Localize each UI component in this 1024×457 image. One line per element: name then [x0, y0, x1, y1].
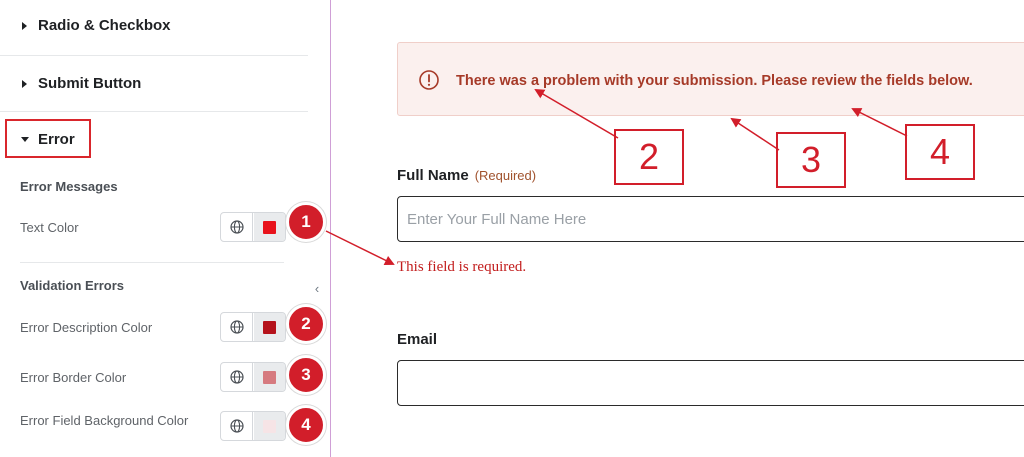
section-label: Submit Button: [38, 75, 142, 92]
email-input[interactable]: [397, 360, 1024, 406]
error-description-color-label: Error Description Color: [20, 320, 153, 335]
error-field-background-color-picker[interactable]: [220, 411, 286, 441]
divider: [20, 262, 284, 263]
annotation-badge-2: 2: [286, 304, 326, 344]
color-swatch: [263, 371, 276, 384]
field-error-message: This field is required.: [397, 259, 527, 275]
text-color-picker[interactable]: [220, 212, 286, 242]
section-label: Radio & Checkbox: [38, 17, 171, 34]
globe-icon: [230, 320, 244, 334]
caret-right-icon: [22, 80, 27, 88]
text-color-label: Text Color: [20, 220, 79, 235]
globe-button[interactable]: [221, 313, 253, 341]
globe-icon: [230, 419, 244, 433]
annotation-badge-4: 4: [286, 405, 326, 445]
globe-button[interactable]: [221, 412, 253, 440]
error-alert: There was a problem with your submission…: [397, 42, 1024, 116]
error-field-background-color-label: Error Field Background Color: [20, 413, 189, 428]
required-indicator: (Required): [474, 168, 537, 183]
section-submit-button[interactable]: Submit Button: [0, 56, 308, 112]
color-swatch-button[interactable]: [254, 213, 285, 241]
full-name-label: Full Name (Required): [397, 167, 536, 184]
globe-button[interactable]: [221, 363, 253, 391]
annotation-badge-3: 3: [286, 355, 326, 395]
color-swatch: [263, 321, 276, 334]
globe-icon: [230, 220, 244, 234]
caret-down-icon: [21, 137, 29, 142]
field-label-text: Full Name: [397, 167, 469, 184]
full-name-input[interactable]: Enter Your Full Name Here: [397, 196, 1024, 242]
section-label: Error: [38, 131, 75, 148]
input-placeholder: Enter Your Full Name Here: [407, 211, 587, 228]
annotation-callout-2: 2: [614, 129, 684, 185]
color-swatch: [263, 420, 276, 433]
alert-message: There was a problem with your submission…: [456, 73, 973, 89]
color-swatch: [263, 221, 276, 234]
chevron-left-icon[interactable]: ‹: [309, 278, 325, 300]
error-border-color-picker[interactable]: [220, 362, 286, 392]
annotation-callout-4: 4: [905, 124, 975, 180]
form-preview: There was a problem with your submission…: [331, 0, 1024, 457]
editor-panel: Radio & Checkbox Submit Button Error Err…: [0, 0, 326, 457]
caret-right-icon: [22, 22, 27, 30]
color-swatch-button[interactable]: [254, 412, 285, 440]
group-title-error-messages: Error Messages: [20, 179, 118, 194]
error-border-color-label: Error Border Color: [20, 370, 127, 385]
section-error[interactable]: Error: [5, 119, 91, 158]
globe-icon: [230, 370, 244, 384]
color-swatch-button[interactable]: [254, 313, 285, 341]
error-description-color-picker[interactable]: [220, 312, 286, 342]
group-title-validation-errors: Validation Errors: [20, 278, 125, 293]
section-radio-checkbox[interactable]: Radio & Checkbox: [0, 0, 308, 56]
email-label: Email: [397, 331, 438, 348]
alert-circle-icon: [419, 70, 439, 90]
annotation-badge-1: 1: [286, 202, 326, 242]
color-swatch-button[interactable]: [254, 363, 285, 391]
annotation-callout-3: 3: [776, 132, 846, 188]
globe-button[interactable]: [221, 213, 253, 241]
